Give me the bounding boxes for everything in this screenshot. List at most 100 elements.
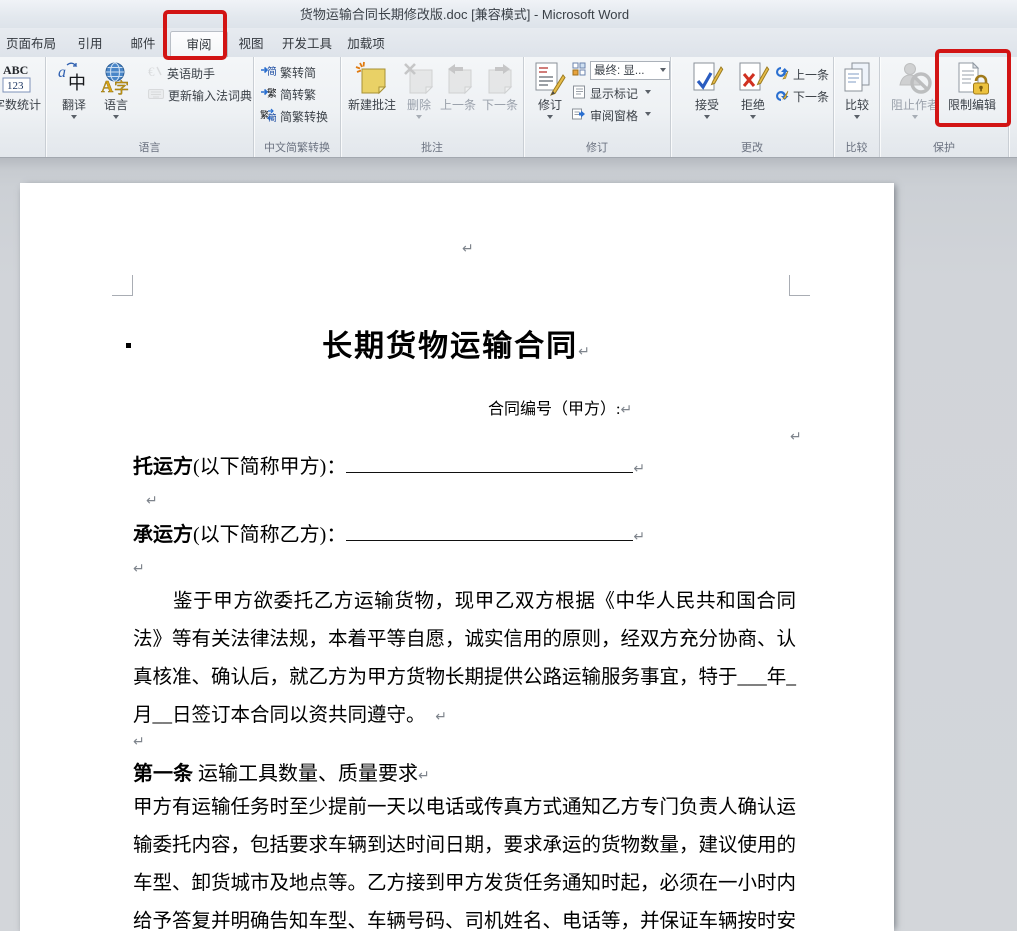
convert-traditional-icon: 繁 — [260, 85, 276, 103]
previous-change-icon — [773, 66, 789, 83]
paragraph-mark: ↵ — [790, 429, 802, 445]
svg-text:ABC: ABC — [3, 63, 28, 77]
ribbon-group-compare: 比较 比较 — [834, 57, 880, 157]
markup-grid-icon — [572, 62, 586, 79]
window-title: 货物运输合同长期修改版.doc [兼容模式] - Microsoft Word — [0, 0, 1017, 28]
group-label-chinese-conversion: 中文简繁转换 — [254, 139, 340, 155]
dropdown-arrow-icon — [645, 112, 651, 116]
paragraph-mark: ↵ — [578, 344, 592, 360]
tab-review[interactable]: 审阅 — [170, 31, 228, 57]
english-assistant-button: € 英语助手 — [148, 63, 215, 83]
track-changes-button[interactable]: 修订 — [530, 59, 570, 139]
next-comment-button: 下一条 — [480, 59, 520, 139]
language-button[interactable]: A 字 语言 — [96, 59, 136, 139]
ribbon-group-language: a 中 翻译 A 字 语言 € — [46, 57, 254, 157]
convert-swap-icon: 繁简 — [260, 107, 276, 125]
dropdown-arrow-icon — [912, 115, 918, 119]
svg-text:a: a — [58, 64, 66, 81]
paragraph-mark: ↵ — [620, 402, 632, 418]
accept-button[interactable]: 接受 — [685, 59, 729, 139]
dropdown-arrow-icon — [704, 115, 710, 119]
document-page[interactable]: ↵ 长期货物运输合同↵ 合同编号（甲方）:↵ ↵ 托运方(以下简称甲方)：↵ ↵… — [20, 183, 894, 931]
traditional-to-simplified-button[interactable]: 简 繁转简 — [260, 62, 316, 82]
paragraph-mark: ↵ — [435, 709, 447, 725]
dropdown-arrow-icon — [645, 90, 651, 94]
restrict-editing-button[interactable]: 限制编辑 — [942, 59, 1002, 139]
svg-text:简: 简 — [268, 112, 276, 122]
display-for-review-combo[interactable]: 最终: 显... — [590, 61, 670, 80]
reviewing-pane-button[interactable]: 审阅窗格 — [572, 105, 651, 125]
language-globe-icon: A 字 — [99, 61, 133, 97]
shipper-blank-field[interactable] — [346, 453, 633, 473]
track-changes-icon — [533, 61, 567, 97]
group-label-compare: 比较 — [834, 139, 879, 155]
dropdown-arrow-icon — [854, 115, 860, 119]
svg-text:字: 字 — [114, 80, 129, 97]
svg-text:A: A — [101, 77, 114, 96]
dropdown-arrow-icon — [750, 115, 756, 119]
ribbon-group-chinese-conversion: 简 繁转简 繁 简转繁 繁简 简繁转换 中文简繁转换 — [254, 57, 341, 157]
reviewing-pane-icon — [572, 107, 586, 124]
carrier-line: 承运方(以下简称乙方)：↵ — [133, 518, 645, 547]
tab-page-layout[interactable]: 页面布局 — [0, 31, 62, 57]
word-count-icon: ABC 123 — [0, 61, 34, 97]
simplified-to-traditional-button[interactable]: 繁 简转繁 — [260, 84, 316, 104]
svg-text:€: € — [148, 64, 155, 79]
ribbon-group-changes: 接受 拒绝 上一条 下一条 更改 — [671, 57, 834, 157]
compare-button[interactable]: 比较 — [837, 59, 877, 139]
paragraph-mark: ↵ — [133, 734, 145, 750]
tab-developer[interactable]: 开发工具 — [276, 31, 338, 57]
tab-view[interactable]: 视图 — [226, 31, 276, 57]
previous-comment-button: 上一条 — [438, 59, 478, 139]
tab-references[interactable]: 引用 — [62, 31, 118, 57]
reject-button[interactable]: 拒绝 — [731, 59, 775, 139]
group-label-tracking: 修订 — [524, 139, 670, 155]
group-label-language: 语言 — [46, 139, 253, 155]
translate-button[interactable]: a 中 翻译 — [54, 59, 94, 139]
clause-1-body: 甲方有运输任务时至少提前一天以电话或传真方式通知乙方专门负责人确认运输委托内容，… — [133, 789, 796, 931]
dropdown-arrow-icon — [547, 115, 553, 119]
paragraph-mark: ↵ — [146, 493, 158, 509]
tab-mailings[interactable]: 邮件 — [118, 31, 168, 57]
next-change-button[interactable]: 下一条 — [773, 86, 829, 106]
display-for-review-dropdown[interactable]: 最终: 显... — [572, 60, 670, 80]
carrier-blank-field[interactable] — [346, 521, 633, 541]
next-comment-icon — [483, 61, 517, 97]
dropdown-arrow-icon — [113, 115, 119, 119]
show-markup-icon — [572, 85, 586, 102]
block-authors-button: 阻止作者 — [890, 59, 940, 139]
dropdown-arrow-icon — [660, 68, 666, 72]
ribbon-review: ABC 123 字数统计 a 中 翻译 — [0, 57, 1017, 158]
preamble-paragraph: 鉴于甲方欲委托乙方运输货物，现甲乙双方根据《中华人民共和国合同法》等有关法律法规… — [133, 583, 796, 736]
dropdown-arrow-icon — [416, 115, 422, 119]
clause-1-heading: 第一条 运输工具数量、质量要求↵ — [133, 757, 430, 786]
previous-change-button[interactable]: 上一条 — [773, 64, 829, 84]
block-authors-icon — [898, 61, 932, 97]
show-markup-button[interactable]: 显示标记 — [572, 83, 651, 103]
group-label-comments: 批注 — [341, 139, 523, 155]
english-assistant-icon: € — [148, 64, 163, 82]
delete-comment-button: 删除 — [402, 59, 436, 139]
svg-text:繁: 繁 — [267, 87, 276, 100]
svg-text:简: 简 — [267, 65, 276, 78]
next-change-icon — [773, 88, 789, 105]
previous-comment-icon — [441, 61, 475, 97]
simplified-traditional-convert-button[interactable]: 繁简 简繁转换 — [260, 106, 328, 126]
ribbon-group-tracking: 修订 最终: 显... 显示标记 审阅窗格 修订 — [524, 57, 671, 157]
margin-crop-mark — [112, 275, 133, 296]
paragraph-mark: ↵ — [462, 241, 474, 257]
word-count-button[interactable]: ABC 123 字数统计 — [0, 59, 44, 139]
new-comment-button[interactable]: 新建批注 — [346, 59, 398, 139]
reject-change-icon — [736, 61, 770, 97]
svg-text:中: 中 — [68, 73, 86, 93]
paragraph-mark: ↵ — [418, 768, 430, 784]
formatting-bullet — [126, 343, 131, 348]
ribbon-tab-bar: 页面布局 引用 邮件 审阅 视图 开发工具 加载项 — [0, 28, 1017, 57]
ribbon-group-proofing: ABC 123 字数统计 — [0, 57, 46, 157]
tab-addins[interactable]: 加载项 — [338, 31, 394, 57]
convert-simplified-icon: 简 — [260, 63, 276, 81]
ribbon-group-comments: 新建批注 删除 上一条 — [341, 57, 524, 157]
ribbon-group-protect: 阻止作者 限制编辑 保护 — [880, 57, 1009, 157]
restrict-editing-icon — [955, 61, 989, 97]
paragraph-mark: ↵ — [633, 461, 645, 477]
